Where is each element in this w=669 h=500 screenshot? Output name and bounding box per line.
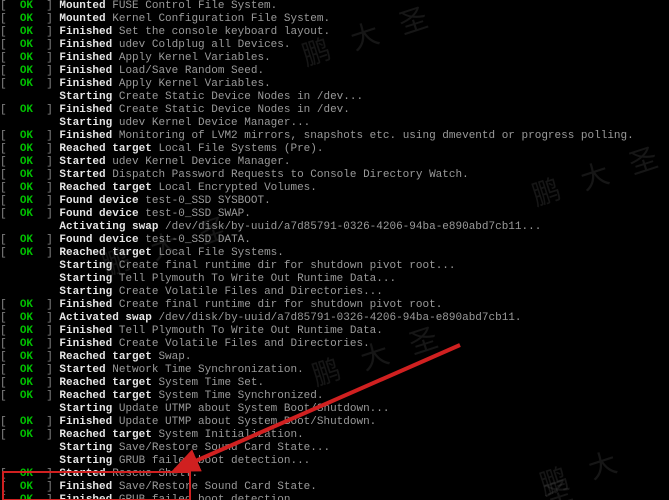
boot-log-line: [ OK ] Reached target Local File Systems… [0, 143, 669, 156]
boot-log-line: [ OK ] Finished udev Coldplug all Device… [0, 39, 669, 52]
boot-log-line: [ OK ] Mounted FUSE Control File System. [0, 0, 669, 13]
boot-log-line: [ OK ] Reached target System Initializat… [0, 429, 669, 442]
boot-log-line: [ OK ] Reached target Local Encrypted Vo… [0, 182, 669, 195]
boot-log-line: Starting Update UTMP about System Boot/S… [0, 403, 669, 416]
boot-log-line: [ OK ] Reached target Swap. [0, 351, 669, 364]
boot-log-line: [ OK ] Found device test-0_SSD SYSBOOT. [0, 195, 669, 208]
boot-log-line: [ OK ] Finished Apply Kernel Variables. [0, 52, 669, 65]
boot-log-line: [ OK ] Finished Create final runtime dir… [0, 299, 669, 312]
boot-log-line: Starting Create Volatile Files and Direc… [0, 286, 669, 299]
boot-log-line: [ OK ] Finished GRUB failed boot detecti… [0, 494, 669, 500]
boot-log-line: [ OK ] Found device test-0_SSD SWAP. [0, 208, 669, 221]
boot-log-line: [ OK ] Activated swap /dev/disk/by-uuid/… [0, 312, 669, 325]
boot-log: [ OK ] Mounted FUSE Control File System.… [0, 0, 669, 500]
boot-log-line: [ OK ] Reached target System Time Synchr… [0, 390, 669, 403]
boot-log-line: [ OK ] Mounted Kernel Configuration File… [0, 13, 669, 26]
boot-log-line: [ OK ] Finished Tell Plymouth To Write O… [0, 325, 669, 338]
boot-log-line: [ OK ] Finished Set the console keyboard… [0, 26, 669, 39]
boot-log-line: [ OK ] Reached target Local File Systems… [0, 247, 669, 260]
boot-log-line: [ OK ] Finished Create Volatile Files an… [0, 338, 669, 351]
boot-terminal: [ OK ] Mounted FUSE Control File System.… [0, 0, 669, 500]
boot-log-line: [ OK ] Finished Save/Restore Sound Card … [0, 481, 669, 494]
boot-log-line: [ OK ] Started Rescue Shell. [0, 468, 669, 481]
boot-log-line: [ OK ] Finished Update UTMP about System… [0, 416, 669, 429]
boot-log-line: [ OK ] Found device test-0_SSD DATA. [0, 234, 669, 247]
boot-log-line: [ OK ] Finished Apply Kernel Variables. [0, 78, 669, 91]
boot-log-line: [ OK ] Reached target System Time Set. [0, 377, 669, 390]
boot-log-line: Starting udev Kernel Device Manager... [0, 117, 669, 130]
boot-log-line: [ OK ] Finished Create Static Device Nod… [0, 104, 669, 117]
boot-log-line: Starting Create final runtime dir for sh… [0, 260, 669, 273]
boot-log-line: [ OK ] Finished Load/Save Random Seed. [0, 65, 669, 78]
boot-log-line: [ OK ] Started udev Kernel Device Manage… [0, 156, 669, 169]
boot-log-line: Starting Tell Plymouth To Write Out Runt… [0, 273, 669, 286]
boot-log-line: Starting GRUB failed boot detection... [0, 455, 669, 468]
boot-log-line: Starting Create Static Device Nodes in /… [0, 91, 669, 104]
boot-log-line: [ OK ] Started Dispatch Password Request… [0, 169, 669, 182]
boot-log-line: Starting Save/Restore Sound Card State..… [0, 442, 669, 455]
boot-log-line: [ OK ] Started Network Time Synchronizat… [0, 364, 669, 377]
boot-log-line: [ OK ] Finished Monitoring of LVM2 mirro… [0, 130, 669, 143]
boot-log-line: Activating swap /dev/disk/by-uuid/a7d857… [0, 221, 669, 234]
